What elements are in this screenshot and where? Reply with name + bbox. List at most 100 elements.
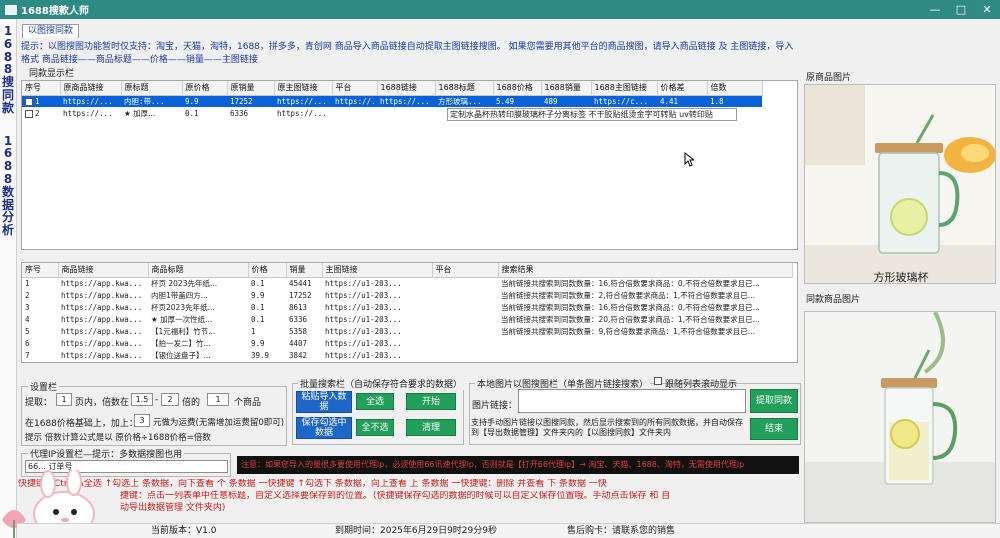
shortcut-note-line3: 动导出数据管理 文件夹内) [120,503,226,513]
col-header[interactable]: 价格差 [657,81,708,96]
table-cell [377,107,435,119]
col-header[interactable]: 商品标题 [148,263,249,278]
table-cell: https://... [60,95,121,107]
col-header[interactable]: 原销量 [227,81,275,96]
follow-scroll-checkbox[interactable] [654,377,662,385]
mouse-cursor-icon [684,152,694,167]
table-cell: 8613 [289,302,308,312]
row-checkbox[interactable] [25,109,33,118]
start-button[interactable]: 开始 [406,393,456,410]
col-header[interactable]: 原商品链接 [60,81,122,96]
title-bar: 1688搜款人师 — □ ✕ [0,0,1000,19]
tab-image-search[interactable]: 以图搜同款 [22,24,80,38]
vertical-tab-bar: 1 6 8 8 搜 同 款 1 6 8 8 数 据 分 析 [0,19,17,538]
close-button[interactable]: ✕ [974,3,1000,16]
ratio-min-input[interactable]: 1.5 [131,393,153,406]
table-row[interactable]: 5 https://app.kwa... 【1元福利】竹节... 1 5358 https… [22,325,792,337]
table-cell: https://u1-203... [325,338,402,348]
table-cell [498,337,792,349]
shortcut-note-line1: 快捷键：Ctrl+A全选 ↑勾选上 条数据，向下查看 个 条数据 一快捷键 ↑勾… [18,479,607,489]
col-header[interactable]: 序号 [22,81,61,96]
table-cell: 杯页 2023先年纸... [151,278,218,288]
table-row[interactable]: 7 https://app.kwa... 【银位送盘子】... 39.9 3842 htt… [22,349,792,361]
table-cell: 17252 [227,95,274,107]
maximize-button[interactable]: □ [948,3,974,16]
shipping-add-input[interactable]: 3 [134,414,150,427]
table-cell: 杯页2023先年纸... [151,302,215,312]
extract-label: 提取： [25,398,53,408]
col-header[interactable]: 原标题 [121,81,183,96]
table-cell: ★ 加厚一次性纸... [151,314,213,324]
table-cell: 6336 [230,108,249,118]
table-row[interactable]: 1 https://app.kwa... 杯页 2023先年纸... 0.1 45441… [22,277,792,289]
table-row[interactable]: 6 https://app.kwa... 【拍一发二】竹... 9.9 4407 http… [22,337,792,349]
col-header[interactable]: 原主图链接 [274,81,333,96]
table-cell: 2 [22,107,60,119]
col-header[interactable]: 主图链接 [322,263,433,278]
table-cell: https://u1-203... [325,302,402,312]
extract-pages-input[interactable]: 1 [56,393,72,406]
table-cell: 45441 [289,278,312,288]
table-row[interactable]: 3 https://app.kwa... 杯页2023先年纸... 0.1 8613 ht… [22,301,792,313]
select-none-button[interactable]: 全不选 [356,419,394,436]
table-cell [432,337,498,349]
hint-text: 提示：以图搜图功能暂时仅支持：淘宝，天猫，淘特，1688，拼多多，青创网 商品导… [21,42,794,65]
save-checked-button[interactable]: 保存勾选中数据 [296,417,352,439]
tab-1688-same-search[interactable]: 1 6 8 8 搜 同 款 [0,19,16,115]
table-cell [498,349,792,361]
col-header[interactable]: 搜索结果 [498,263,793,278]
col-header[interactable]: 1688标题 [435,81,494,96]
col-header[interactable]: 销量 [286,263,323,278]
shipping-add-unit: 元做为运费(无需增加运费留0即可) [153,418,285,428]
col-header[interactable]: 倍数 [707,81,763,96]
table-cell: 当前链接共搜索到同款数量：20,符合倍数要求商品：1,不符合倍数要求且已... [501,314,760,324]
select-all-button[interactable]: 全选 [356,393,394,410]
col-header[interactable]: 1688价格 [493,81,542,96]
ratio-max-input[interactable]: 2 [161,393,179,406]
paste-import-button[interactable]: 粘贴导入数据 [296,391,352,413]
col-header[interactable]: 序号 [22,263,59,278]
col-header[interactable]: 1688主图链接 [591,81,658,96]
table-cell: 5 [25,326,30,336]
col-header[interactable]: 1688销量 [541,81,592,96]
end-button[interactable]: 结束 [750,418,798,440]
tab-1688-data-analysis[interactable]: 1 6 8 8 数 据 分 析 [0,115,16,237]
tab-glyph: 析 [1,223,14,238]
table-cell: 内胆:带... [121,95,182,107]
table-row[interactable]: 1 https://... 内胆:带... 9.9 17252 https://… [22,95,762,107]
table-cell: 当前链接共搜索到同款数量：16,符合倍数要求商品：0,不符合倍数要求且已... [501,302,760,312]
table-cell: https://app.kwa... [61,302,143,312]
same-result-grid[interactable]: 序号 原商品链接 原标题 原价格 原销量 原主图链接 平台 1688链接 168… [21,80,798,250]
table-cell: 方形玻璃... [435,95,493,107]
count-input[interactable]: 1 [207,393,229,406]
search-list-grid[interactable]: 序号 商品链接 商品标题 价格 销量 主图链接 平台 搜索结果 1 https:/… [21,262,798,363]
table-cell: https://app.kwa... [61,290,143,300]
table-cell: https://c... [591,95,657,107]
table-cell: 4407 [289,338,308,348]
col-header[interactable]: 商品链接 [58,263,149,278]
col-header[interactable]: 原价格 [182,81,228,96]
table-cell [432,301,498,313]
window-title: 1688搜款人师 [21,6,89,17]
row-checkbox[interactable] [25,97,33,106]
table-cell: https://app.kwa... [61,338,143,348]
minimize-button[interactable]: — [922,3,948,16]
table-cell: 0.1 [251,278,265,288]
table-cell: 2 [25,290,30,300]
table-cell: https://u1-203... [325,278,402,288]
table-cell: 3 [25,302,30,312]
col-header[interactable]: 平台 [432,263,499,278]
table-row[interactable]: 2 https://app.kwa... 内胆1带盖四方... 9.9 17252 htt… [22,289,792,301]
table-row[interactable]: 4 https://app.kwa... ★ 加厚一次性纸... 0.1 6336 htt… [22,313,792,325]
extract-same-button[interactable]: 提取同款 [750,389,798,413]
col-header[interactable]: 1688链接 [377,81,436,96]
table-cell: 0.1 [251,314,265,324]
clear-button[interactable]: 清理 [406,419,456,436]
col-header[interactable]: 价格 [248,263,287,278]
image-link-input[interactable] [518,389,746,413]
table-cell: 3842 [289,350,308,360]
pages-label: 页内，倍数在 [75,398,130,408]
local-search-note: 支持手动图片链接以图搜同款，然后显示搜索到的所有同款数据，并自动保存到【导出数据… [471,418,743,437]
proxy-notice-bar: 注意：如果您导入的量很多要使用代理ip，必须使用66讯速代理ip，否则就是【打开… [237,456,799,474]
col-header[interactable]: 平台 [332,81,378,96]
